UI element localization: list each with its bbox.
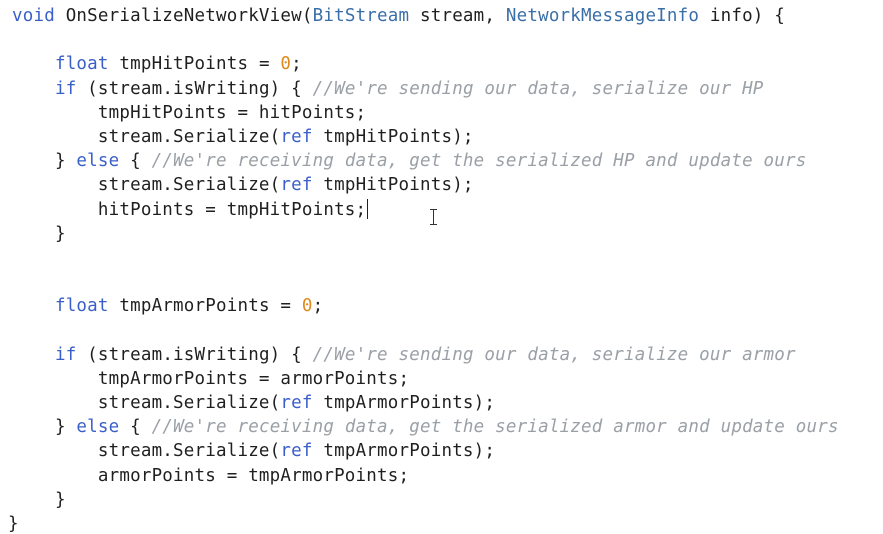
code-token: stream.Serialize( xyxy=(12,175,281,196)
code-token: stream.Serialize( xyxy=(12,441,281,462)
code-line[interactable]: stream.Serialize(ref tmpArmorPoints); xyxy=(12,391,839,415)
code-line[interactable]: stream.Serialize(ref tmpHitPoints); xyxy=(12,125,839,149)
keyword-token: float xyxy=(54,296,109,317)
code-token: tmpHitPoints = hitPoints; xyxy=(12,102,367,123)
code-token: tmpHitPoints = xyxy=(108,54,281,75)
code-token: tmpArmorPoints); xyxy=(312,393,496,413)
type-token: BitStream xyxy=(312,6,410,26)
number-literal: 0 xyxy=(280,54,292,75)
code-line[interactable]: if (stream.isWriting) { //We're sending … xyxy=(12,343,839,367)
code-token: stream.Serialize( xyxy=(12,393,281,413)
keyword-token: if xyxy=(54,78,77,99)
code-token: { xyxy=(119,151,152,172)
code-token: tmpArmorPoints = xyxy=(108,296,302,317)
code-line[interactable]: void OnSerializeNetworkView(BitStream st… xyxy=(12,4,839,28)
comment-token: //We're receiving data, get the serializ… xyxy=(151,151,807,172)
code-token: } xyxy=(12,223,66,244)
comment-token: //We're sending our data, serialize our … xyxy=(312,78,764,99)
function-closing-brace: } xyxy=(8,514,19,534)
comment-token: //We're sending our data, serialize our … xyxy=(312,344,796,365)
code-token: } xyxy=(12,151,77,172)
code-token: (stream.isWriting) { xyxy=(76,344,313,365)
code-token: info) { xyxy=(699,6,786,26)
code-token: stream, xyxy=(409,6,506,26)
code-line[interactable]: } xyxy=(12,222,839,246)
keyword-token: ref xyxy=(280,393,313,413)
code-line[interactable]: stream.Serialize(ref tmpHitPoints); xyxy=(12,173,839,197)
keyword-token: ref xyxy=(280,126,313,147)
code-line[interactable]: float tmpArmorPoints = 0; xyxy=(12,294,839,318)
keyword-token: ref xyxy=(280,441,313,462)
code-token: tmpArmorPoints = armorPoints; xyxy=(12,368,410,389)
keyword-token: float xyxy=(54,54,109,75)
keyword-token: else xyxy=(76,151,120,172)
code-line[interactable]: } else { //We're receiving data, get the… xyxy=(12,415,839,439)
type-token: NetworkMessageInfo xyxy=(505,6,700,26)
comment-token: //We're receiving data, get the serializ… xyxy=(151,417,839,438)
code-token: tmpArmorPoints); xyxy=(312,441,496,462)
code-line[interactable]: } xyxy=(12,488,839,512)
code-token: tmpHitPoints); xyxy=(312,175,474,196)
code-line[interactable]: hitPoints = tmpHitPoints; xyxy=(12,198,839,222)
code-line[interactable] xyxy=(12,270,839,294)
code-token: ; xyxy=(312,296,324,317)
code-line[interactable] xyxy=(12,28,839,52)
code-text-area[interactable]: void OnSerializeNetworkView(BitStream st… xyxy=(12,4,839,512)
code-line[interactable]: tmpArmorPoints = armorPoints; xyxy=(12,367,839,391)
code-line[interactable]: stream.Serialize(ref tmpArmorPoints); xyxy=(12,439,839,463)
code-line[interactable]: armorPoints = tmpArmorPoints; xyxy=(12,464,839,488)
keyword-token: ref xyxy=(280,175,313,196)
code-line[interactable] xyxy=(12,318,839,342)
code-token: { xyxy=(119,417,152,438)
code-line[interactable]: tmpHitPoints = hitPoints; xyxy=(12,101,839,125)
code-line[interactable]: } else { //We're receiving data, get the… xyxy=(12,149,839,173)
code-token: OnSerializeNetworkView( xyxy=(54,6,313,26)
text-caret xyxy=(367,198,369,219)
code-line[interactable]: if (stream.isWriting) { //We're sending … xyxy=(12,77,839,101)
code-line[interactable] xyxy=(12,246,839,270)
code-token: armorPoints = tmpArmorPoints; xyxy=(12,465,410,486)
code-token: hitPoints = tmpHitPoints; xyxy=(12,199,367,220)
code-token: } xyxy=(12,417,77,438)
code-token: } xyxy=(12,489,66,510)
ibeam-cursor-icon xyxy=(429,208,439,226)
keyword-token: if xyxy=(54,344,77,365)
code-token: stream.Serialize( xyxy=(12,126,281,147)
number-literal: 0 xyxy=(301,296,313,317)
keyword-token: else xyxy=(76,417,120,438)
code-token: (stream.isWriting) { xyxy=(76,78,313,99)
code-token: tmpHitPoints); xyxy=(312,126,474,147)
keyword-token: void xyxy=(12,6,55,26)
code-token: ; xyxy=(291,54,302,75)
code-editor[interactable]: void OnSerializeNetworkView(BitStream st… xyxy=(0,0,883,534)
code-line[interactable]: float tmpHitPoints = 0; xyxy=(12,52,839,76)
